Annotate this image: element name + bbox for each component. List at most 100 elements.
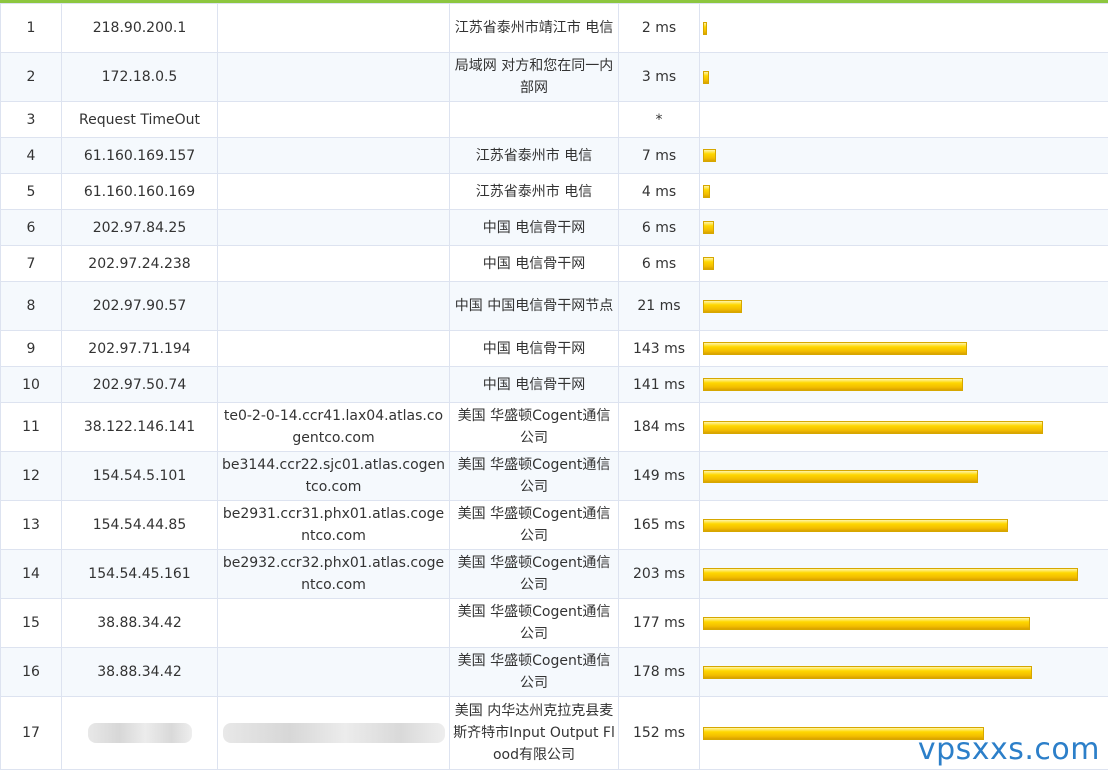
table-row: 16 38.88.34.42 美国 华盛顿Cogent通信公司 178 ms [0, 647, 1108, 697]
hop-number: 2 [0, 52, 62, 102]
latency-bar-cell [699, 209, 1108, 246]
latency-bar [703, 299, 742, 313]
latency: 141 ms [618, 366, 700, 403]
latency: * [618, 101, 700, 138]
location: 中国 中国电信骨干网节点 [449, 281, 619, 331]
latency: 184 ms [618, 402, 700, 452]
latency-bar-cell [699, 598, 1108, 648]
hostname: be2931.ccr31.phx01.atlas.cogentco.com [217, 500, 450, 550]
ip-address: 202.97.50.74 [61, 366, 218, 403]
hostname: be2932.ccr32.phx01.atlas.cogentco.com [217, 549, 450, 599]
location: 中国 电信骨干网 [449, 245, 619, 282]
latency: 2 ms [618, 3, 700, 53]
hop-number: 13 [0, 500, 62, 550]
ip-address: 154.54.44.85 [61, 500, 218, 550]
latency-bar [703, 221, 714, 234]
latency-bar-cell [699, 451, 1108, 501]
ip-address: 154.54.5.101 [61, 451, 218, 501]
table-row: 2 172.18.0.5 局域网 对方和您在同一内部网 3 ms [0, 52, 1108, 102]
watermark-text: vpsxxs.com [917, 732, 1100, 767]
ip-address: 61.160.169.157 [61, 137, 218, 174]
table-row: 11 38.122.146.141 te0-2-0-14.ccr41.lax04.a… [0, 402, 1108, 452]
table-row: 5 61.160.160.169 江苏省泰州市 电信 4 ms [0, 173, 1108, 210]
hostname [217, 209, 450, 246]
latency-bar-cell [699, 245, 1108, 282]
location: 美国 内华达州克拉克县麦斯齐特市Input Output Flood有限公司 [449, 696, 619, 770]
redacted-hostname-blur [222, 723, 445, 743]
latency: 149 ms [618, 451, 700, 501]
latency: 3 ms [618, 52, 700, 102]
hop-number: 1 [0, 3, 62, 53]
latency: 6 ms [618, 209, 700, 246]
hostname [217, 52, 450, 102]
hop-number: 11 [0, 402, 62, 452]
ip-address: 218.90.200.1 [61, 3, 218, 53]
latency-bar-cell [699, 52, 1108, 102]
table-row: 3 Request TimeOut * [0, 101, 1108, 138]
hostname [217, 598, 450, 648]
latency-bar [703, 616, 1030, 630]
latency-bar [703, 469, 978, 483]
hop-number: 12 [0, 451, 62, 501]
location [449, 101, 619, 138]
latency-bar-cell [699, 173, 1108, 210]
ip-address: 154.54.45.161 [61, 549, 218, 599]
table-row: 9 202.97.71.194 中国 电信骨干网 143 ms [0, 330, 1108, 367]
traceroute-table: 1 218.90.200.1 江苏省泰州市靖江市 电信 2 ms 2 172.18.0.5… [0, 3, 1108, 770]
latency: 178 ms [618, 647, 700, 697]
hostname [217, 330, 450, 367]
location: 美国 华盛顿Cogent通信公司 [449, 402, 619, 452]
ip-address: 38.88.34.42 [61, 598, 218, 648]
ip-address: 202.97.24.238 [61, 245, 218, 282]
hop-number: 10 [0, 366, 62, 403]
latency-bar [703, 342, 967, 355]
location: 局域网 对方和您在同一内部网 [449, 52, 619, 102]
location: 中国 电信骨干网 [449, 330, 619, 367]
location: 江苏省泰州市靖江市 电信 [449, 3, 619, 53]
hostname [217, 696, 450, 770]
hop-number: 6 [0, 209, 62, 246]
latency-bar [703, 185, 710, 198]
latency-bar [703, 665, 1032, 679]
hop-number: 9 [0, 330, 62, 367]
table-row: 6 202.97.84.25 中国 电信骨干网 6 ms [0, 209, 1108, 246]
hop-number: 14 [0, 549, 62, 599]
ip-address: Request TimeOut [61, 101, 218, 138]
table-row: 14 154.54.45.161 be2932.ccr32.phx01.atlas.… [0, 549, 1108, 599]
latency-bar [703, 257, 714, 270]
latency: 6 ms [618, 245, 700, 282]
latency-bar-cell [699, 101, 1108, 138]
table-row: 8 202.97.90.57 中国 中国电信骨干网节点 21 ms [0, 281, 1108, 331]
latency-bar-cell [699, 500, 1108, 550]
hop-number: 8 [0, 281, 62, 331]
location: 美国 华盛顿Cogent通信公司 [449, 549, 619, 599]
hop-number: 17 [0, 696, 62, 770]
table-row: 13 154.54.44.85 be2931.ccr31.phx01.atlas.c… [0, 500, 1108, 550]
latency: 4 ms [618, 173, 700, 210]
hostname [217, 647, 450, 697]
location: 美国 华盛顿Cogent通信公司 [449, 500, 619, 550]
latency: 152 ms [618, 696, 700, 770]
latency-bar [703, 149, 716, 162]
latency: 7 ms [618, 137, 700, 174]
ip-address: 61.160.160.169 [61, 173, 218, 210]
location: 美国 华盛顿Cogent通信公司 [449, 647, 619, 697]
hostname: te0-2-0-14.ccr41.lax04.atlas.cogentco.co… [217, 402, 450, 452]
latency-bar-cell [699, 402, 1108, 452]
hostname: be3144.ccr22.sjc01.atlas.cogentco.com [217, 451, 450, 501]
hop-number: 3 [0, 101, 62, 138]
ip-address: 202.97.90.57 [61, 281, 218, 331]
hop-number: 7 [0, 245, 62, 282]
latency: 21 ms [618, 281, 700, 331]
hostname [217, 173, 450, 210]
hop-number: 15 [0, 598, 62, 648]
latency-bar [703, 518, 1008, 532]
latency-bar-cell [699, 366, 1108, 403]
location: 江苏省泰州市 电信 [449, 173, 619, 210]
ip-address: 202.97.84.25 [61, 209, 218, 246]
latency-bar [703, 21, 707, 35]
ip-address: 38.88.34.42 [61, 647, 218, 697]
latency-bar-cell [699, 647, 1108, 697]
ip-address: 38.122.146.141 [61, 402, 218, 452]
location: 美国 华盛顿Cogent通信公司 [449, 451, 619, 501]
